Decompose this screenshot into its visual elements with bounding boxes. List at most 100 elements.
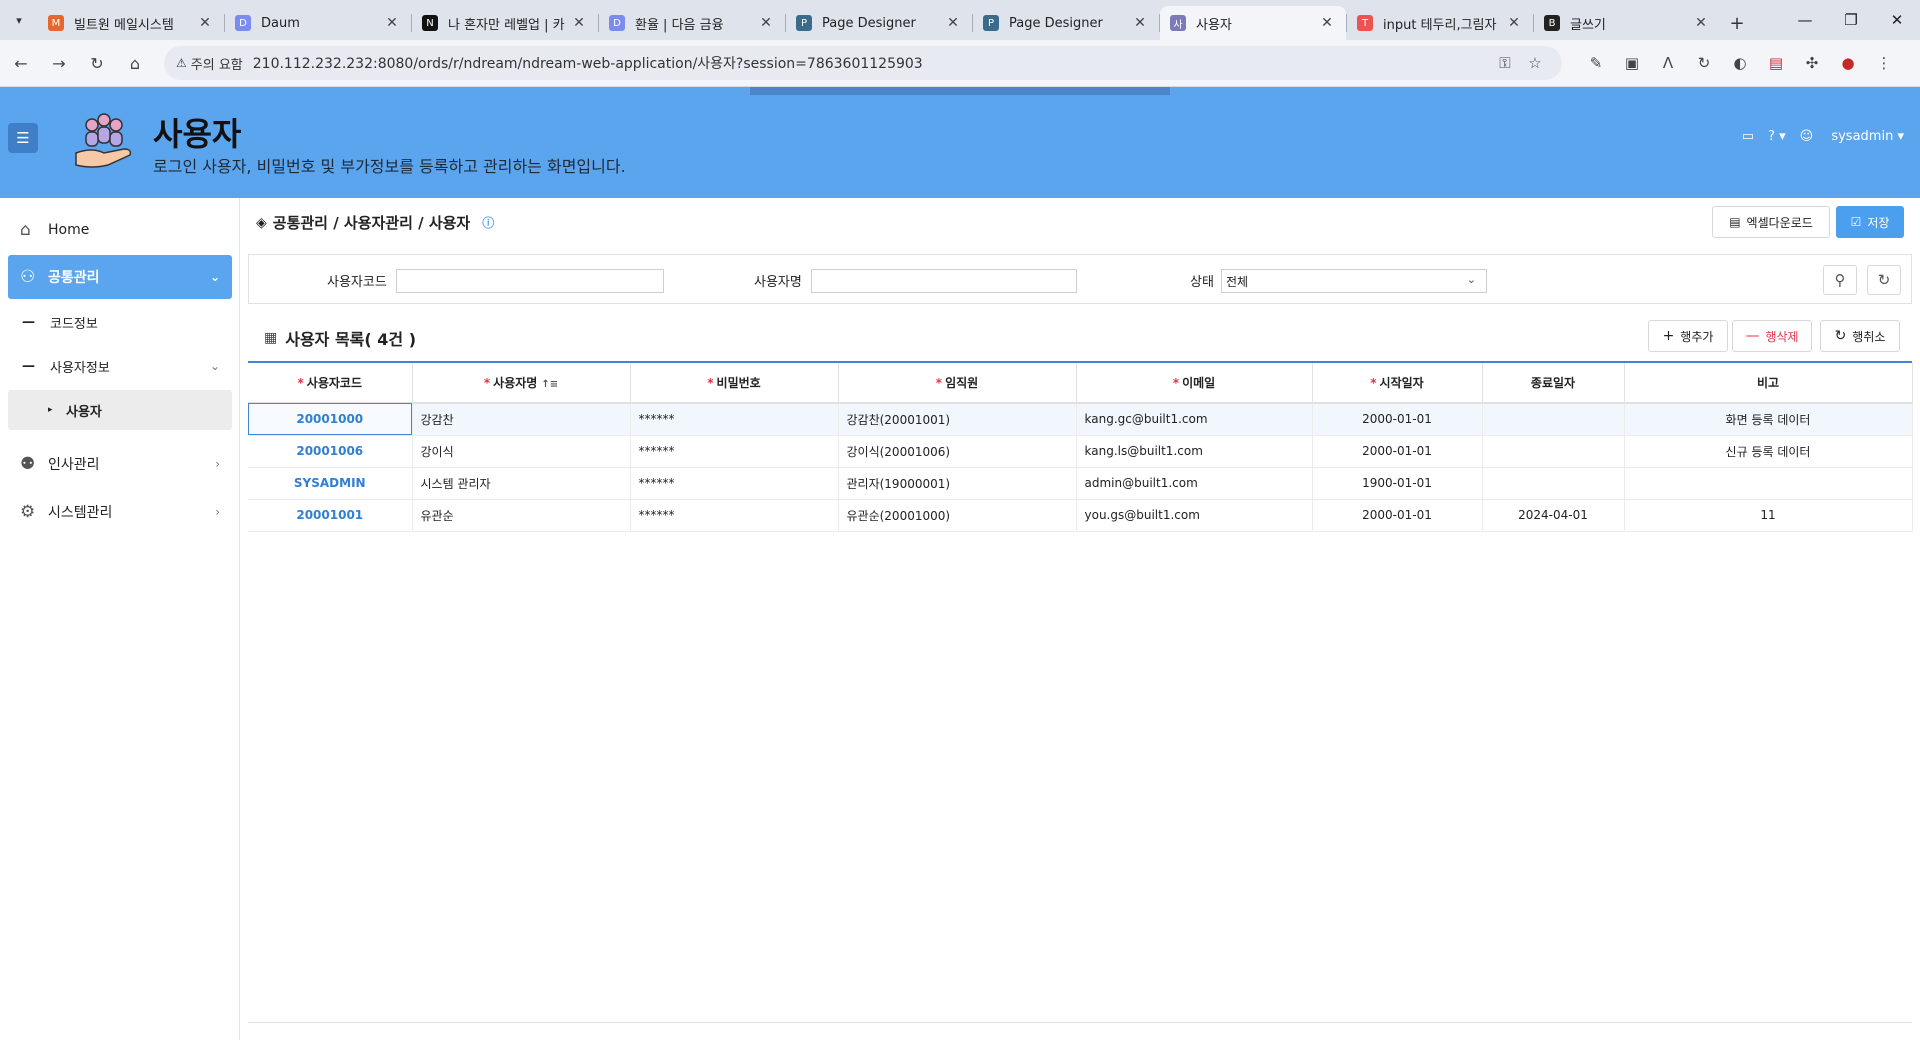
cell-employee[interactable]: 유관순(20001000) bbox=[838, 499, 1077, 532]
cell-user-code[interactable]: SYSADMIN bbox=[248, 467, 413, 500]
cell-remark[interactable] bbox=[1624, 467, 1913, 500]
browser-tab[interactable]: Tinput 테두리,그림자 ✕ bbox=[1347, 6, 1533, 40]
cell-start-date[interactable]: 2000-01-01 bbox=[1312, 403, 1483, 436]
sidebar-item-hr[interactable]: ⚉ 인사관리 › bbox=[8, 442, 232, 486]
save-button[interactable]: ☑ 저장 bbox=[1836, 206, 1904, 238]
cancel-row-button[interactable]: ↻ 행취소 bbox=[1820, 320, 1900, 352]
cell-user-code[interactable]: 20001000 bbox=[248, 403, 413, 436]
tab-close-icon[interactable]: ✕ bbox=[757, 15, 775, 31]
cell-password[interactable]: ****** bbox=[630, 499, 839, 532]
sidebar-item-system[interactable]: ⚙ 시스템관리 › bbox=[8, 490, 232, 534]
cell-start-date[interactable]: 2000-01-01 bbox=[1312, 435, 1483, 468]
col-header-start-date[interactable]: * 시작일자 bbox=[1312, 363, 1483, 404]
cell-password[interactable]: ****** bbox=[630, 467, 839, 500]
cell-user-name[interactable]: 강감찬 bbox=[412, 403, 631, 436]
excel-download-button[interactable]: ▤ 엑셀다운로드 bbox=[1712, 206, 1830, 238]
extension-badge-icon[interactable]: ◐ bbox=[1722, 54, 1758, 72]
extension-a-icon[interactable]: Λ bbox=[1650, 54, 1686, 72]
forward-icon[interactable]: → bbox=[42, 46, 76, 80]
back-icon[interactable]: ← bbox=[4, 46, 38, 80]
table-row[interactable]: 20001006 강이식 ****** 강이식(20001006) kang.l… bbox=[248, 435, 1913, 468]
tab-close-icon[interactable]: ✕ bbox=[1131, 15, 1149, 31]
col-header-email[interactable]: * 이메일 bbox=[1076, 363, 1313, 404]
eyedropper-icon[interactable]: ✎ bbox=[1578, 54, 1614, 72]
cell-employee[interactable]: 강이식(20001006) bbox=[838, 435, 1077, 468]
tab-close-icon[interactable]: ✕ bbox=[1692, 15, 1710, 31]
sidebar-item-common[interactable]: ⚇ 공통관리 ⌄ bbox=[8, 255, 232, 299]
cell-password[interactable]: ****** bbox=[630, 403, 839, 436]
col-header-remark[interactable]: 비고 bbox=[1624, 363, 1913, 404]
delete-row-button[interactable]: — 행삭제 bbox=[1732, 320, 1812, 352]
browser-tab[interactable]: N 나 혼자만 레벨업 | 카 ✕ bbox=[412, 6, 598, 40]
profile-avatar-icon[interactable]: ● bbox=[1830, 54, 1866, 72]
sidebar-item-user-info[interactable]: — 사용자정보 ⌄ bbox=[8, 346, 232, 386]
cell-user-code[interactable]: 20001006 bbox=[248, 435, 413, 468]
col-header-code[interactable]: * 사용자코드 bbox=[248, 363, 413, 404]
new-tab-button[interactable]: + bbox=[1720, 6, 1754, 40]
refresh-button[interactable]: ↻ bbox=[1867, 265, 1901, 295]
cell-end-date[interactable]: 2024-04-01 bbox=[1482, 499, 1625, 532]
extension-note-icon[interactable]: ▣ bbox=[1614, 54, 1650, 72]
cell-user-name[interactable]: 유관순 bbox=[412, 499, 631, 532]
close-window-icon[interactable]: ✕ bbox=[1874, 0, 1920, 40]
search-button[interactable]: ⚲ bbox=[1823, 265, 1857, 295]
tab-close-icon[interactable]: ✕ bbox=[570, 15, 588, 31]
extensions-puzzle-icon[interactable]: ✣ bbox=[1794, 54, 1830, 72]
cell-email[interactable]: you.gs@built1.com bbox=[1076, 499, 1313, 532]
col-header-password[interactable]: * 비밀번호 bbox=[630, 363, 839, 404]
col-header-name[interactable]: * 사용자명 ↑≡ bbox=[412, 363, 631, 404]
table-row[interactable]: 20001000 강감찬 ****** 강감찬(20001001) kang.g… bbox=[248, 403, 1913, 436]
browser-tab[interactable]: B 글쓰기 ✕ bbox=[1534, 6, 1720, 40]
browser-tab[interactable]: P Page Designer ✕ bbox=[786, 6, 972, 40]
cell-end-date[interactable] bbox=[1482, 467, 1625, 500]
tab-close-icon[interactable]: ✕ bbox=[383, 15, 401, 31]
tab-close-icon[interactable]: ✕ bbox=[1505, 15, 1523, 31]
home-nav-icon[interactable]: ⌂ bbox=[118, 46, 152, 80]
cell-user-name[interactable]: 강이식 bbox=[412, 435, 631, 468]
pdf-icon[interactable]: ▤ bbox=[1758, 54, 1794, 72]
sidebar-item-code-info[interactable]: — 코드정보 bbox=[8, 302, 232, 342]
cell-employee[interactable]: 관리자(19000001) bbox=[838, 467, 1077, 500]
user-code-input[interactable] bbox=[396, 269, 664, 293]
cell-email[interactable]: kang.ls@built1.com bbox=[1076, 435, 1313, 468]
cell-user-code[interactable]: 20001001 bbox=[248, 499, 413, 532]
browser-tab[interactable]: D Daum ✕ bbox=[225, 6, 411, 40]
add-row-button[interactable]: + 행추가 bbox=[1648, 320, 1728, 352]
cell-remark[interactable]: 11 bbox=[1624, 499, 1913, 532]
extension-sync-icon[interactable]: ↻ bbox=[1686, 54, 1722, 72]
bookmark-star-icon[interactable]: ☆ bbox=[1520, 54, 1550, 72]
cell-remark[interactable]: 신규 등록 데이터 bbox=[1624, 435, 1913, 468]
col-header-end-date[interactable]: 종료일자 bbox=[1482, 363, 1625, 404]
minimize-icon[interactable]: — bbox=[1782, 0, 1828, 40]
cell-remark[interactable]: 화면 등록 데이터 bbox=[1624, 403, 1913, 436]
cell-end-date[interactable] bbox=[1482, 435, 1625, 468]
browser-tab[interactable]: D 환율 | 다음 금융 ✕ bbox=[599, 6, 785, 40]
browser-menu-icon[interactable]: ⋮ bbox=[1866, 54, 1902, 72]
tab-close-icon[interactable]: ✕ bbox=[1318, 15, 1336, 31]
restore-icon[interactable]: ❐ bbox=[1828, 0, 1874, 40]
table-row[interactable]: 20001001 유관순 ****** 유관순(20001000) you.gs… bbox=[248, 499, 1913, 532]
key-icon[interactable]: ⚿ bbox=[1490, 54, 1520, 72]
help-circle-icon[interactable]: ⓘ bbox=[482, 214, 494, 231]
url-text[interactable]: 210.112.232.232:8080/ords/r/ndream/ndrea… bbox=[253, 53, 1490, 73]
status-select[interactable]: 전체 ⌄ bbox=[1221, 269, 1487, 293]
cell-start-date[interactable]: 2000-01-01 bbox=[1312, 499, 1483, 532]
user-menu[interactable]: ☺ sysadmin ▾ bbox=[1800, 129, 1904, 144]
tab-close-icon[interactable]: ✕ bbox=[944, 15, 962, 31]
browser-tab[interactable]: 사 사용자 ✕ bbox=[1160, 6, 1346, 40]
browser-tab[interactable]: M 빌트원 메일시스템 ✕ bbox=[38, 6, 224, 40]
cell-password[interactable]: ****** bbox=[630, 435, 839, 468]
hamburger-icon[interactable]: ☰ bbox=[8, 123, 38, 153]
security-warning[interactable]: ⚠ 주의 요함 bbox=[176, 54, 253, 73]
reload-icon[interactable]: ↻ bbox=[80, 46, 114, 80]
sidebar-item-home[interactable]: ⌂ Home bbox=[8, 208, 232, 252]
help-icon[interactable]: ? ▾ bbox=[1768, 129, 1786, 144]
cell-employee[interactable]: 강감찬(20001001) bbox=[838, 403, 1077, 436]
browser-tab[interactable]: P Page Designer ✕ bbox=[973, 6, 1159, 40]
cell-user-name[interactable]: 시스템 관리자 bbox=[412, 467, 631, 500]
cell-email[interactable]: kang.gc@built1.com bbox=[1076, 403, 1313, 436]
cell-start-date[interactable]: 1900-01-01 bbox=[1312, 467, 1483, 500]
sort-asc-icon[interactable]: ↑≡ bbox=[541, 379, 558, 390]
url-bar[interactable]: ⚠ 주의 요함 210.112.232.232:8080/ords/r/ndre… bbox=[164, 46, 1562, 80]
chat-icon[interactable]: ▭ bbox=[1742, 129, 1754, 144]
